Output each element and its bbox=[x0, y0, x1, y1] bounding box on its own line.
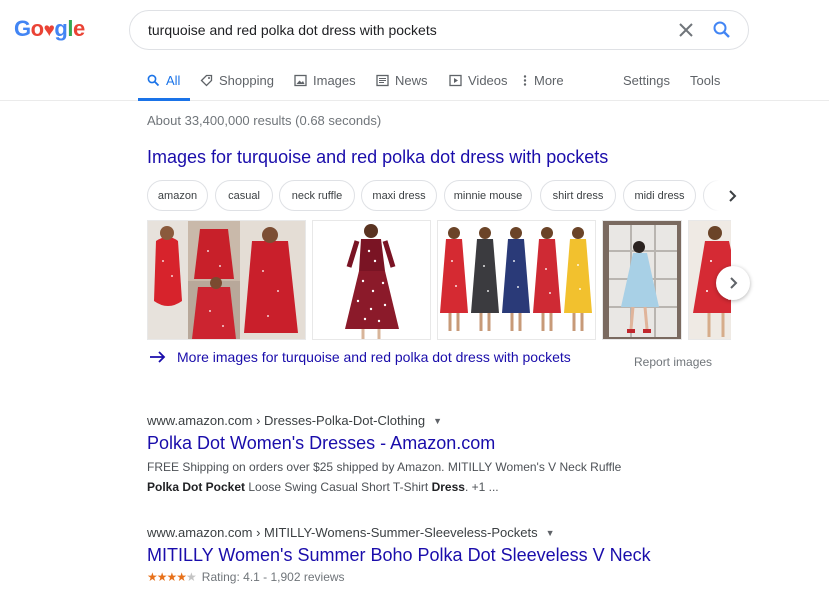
chip-item[interactable]: amazon bbox=[147, 180, 208, 211]
tab-images[interactable]: Images bbox=[294, 60, 356, 100]
clear-icon[interactable] bbox=[676, 20, 696, 40]
snippet-line: Polka Dot Pocket Loose Swing Casual Shor… bbox=[147, 477, 707, 497]
snippet-line: FREE Shipping on orders over $25 shipped… bbox=[147, 460, 622, 474]
tab-more[interactable]: More bbox=[522, 60, 564, 100]
search-tabs: All Shopping Images News Videos More Set… bbox=[0, 60, 829, 101]
refinement-chips: amazon casual neck ruffle maxi dress min… bbox=[147, 180, 730, 212]
search-icon[interactable] bbox=[712, 20, 732, 40]
google-logo[interactable]: Go♥gle bbox=[14, 16, 85, 42]
snippet-bold: Dress bbox=[431, 480, 465, 494]
chip-item[interactable]: shirt dress bbox=[540, 180, 616, 211]
search-result: www.amazon.com › Dresses-Polka-Dot-Cloth… bbox=[147, 413, 707, 497]
result-title[interactable]: Polka Dot Women's Dresses - Amazon.com bbox=[147, 433, 495, 454]
chevron-right-icon[interactable] bbox=[723, 186, 743, 206]
tab-all[interactable]: All bbox=[138, 60, 190, 101]
chip-item[interactable]: casual bbox=[215, 180, 273, 211]
rating-stars: ★★★★★ bbox=[147, 570, 197, 584]
result-title[interactable]: MITILLY Women's Summer Boho Polka Dot Sl… bbox=[147, 545, 651, 566]
image-pack-heading[interactable]: Images for turquoise and red polka dot d… bbox=[147, 147, 608, 168]
caret-down-icon[interactable]: ▼ bbox=[546, 528, 555, 538]
tab-label: More bbox=[534, 72, 564, 88]
video-icon bbox=[449, 74, 462, 86]
tab-label: Shopping bbox=[219, 72, 274, 88]
search-result: www.amazon.com › MITILLY-Womens-Summer-S… bbox=[147, 525, 707, 584]
more-images-link[interactable]: More images for turquoise and red polka … bbox=[149, 349, 571, 365]
image-icon bbox=[294, 74, 307, 86]
image-thumbnails bbox=[147, 220, 731, 340]
image-thumbnail[interactable] bbox=[312, 220, 431, 340]
tab-label: All bbox=[166, 73, 181, 88]
result-url: www.amazon.com › MITILLY-Womens-Summer-S… bbox=[147, 525, 538, 540]
rating-text: Rating: 4.1 - 1,902 reviews bbox=[201, 570, 345, 584]
image-thumbnail[interactable] bbox=[437, 220, 596, 340]
tab-videos[interactable]: Videos bbox=[449, 60, 508, 100]
snippet-text: Loose Swing Casual Short T-Shirt bbox=[245, 480, 432, 494]
tab-label: News bbox=[395, 72, 428, 88]
tab-tools[interactable]: Tools bbox=[690, 60, 720, 100]
news-icon bbox=[376, 74, 389, 86]
tab-news[interactable]: News bbox=[376, 60, 428, 100]
report-images-link[interactable]: Report images bbox=[634, 355, 712, 369]
snippet-text: . +1 ... bbox=[464, 480, 499, 494]
caret-down-icon[interactable]: ▼ bbox=[433, 416, 442, 426]
result-cite: www.amazon.com › MITILLY-Womens-Summer-S… bbox=[147, 525, 707, 540]
tab-label: Settings bbox=[623, 72, 670, 88]
chip-item[interactable]: midi dress bbox=[623, 180, 696, 211]
result-rating: ★★★★★ Rating: 4.1 - 1,902 reviews bbox=[147, 570, 707, 584]
tab-settings[interactable]: Settings bbox=[623, 60, 670, 100]
more-images-label: More images for turquoise and red polka … bbox=[177, 349, 571, 365]
result-url: www.amazon.com › Dresses-Polka-Dot-Cloth… bbox=[147, 413, 426, 428]
search-input[interactable] bbox=[148, 22, 648, 38]
search-icon bbox=[147, 74, 160, 87]
arrow-right-icon bbox=[150, 351, 166, 363]
tab-label: Videos bbox=[468, 72, 508, 88]
snippet-bold: Polka Dot Pocket bbox=[147, 480, 246, 494]
chip-item[interactable]: minnie mouse bbox=[444, 180, 532, 211]
tab-shopping[interactable]: Shopping bbox=[200, 60, 274, 100]
chip-item[interactable]: maxi dress bbox=[361, 180, 437, 211]
image-thumbnail[interactable] bbox=[147, 220, 306, 340]
image-carousel-next[interactable] bbox=[716, 266, 750, 300]
result-snippet: FREE Shipping on orders over $25 shipped… bbox=[147, 457, 707, 497]
result-stats: About 33,400,000 results (0.68 seconds) bbox=[147, 113, 382, 128]
chip-item[interactable]: neck ruffle bbox=[279, 180, 355, 211]
tab-label: Images bbox=[313, 72, 356, 88]
chevron-right-icon bbox=[730, 277, 738, 289]
result-cite: www.amazon.com › Dresses-Polka-Dot-Cloth… bbox=[147, 413, 707, 428]
image-thumbnail[interactable] bbox=[602, 220, 682, 340]
more-dots-icon bbox=[523, 74, 527, 86]
shopping-tag-icon bbox=[200, 74, 213, 86]
tab-label: Tools bbox=[690, 72, 721, 88]
search-box[interactable] bbox=[129, 10, 749, 50]
